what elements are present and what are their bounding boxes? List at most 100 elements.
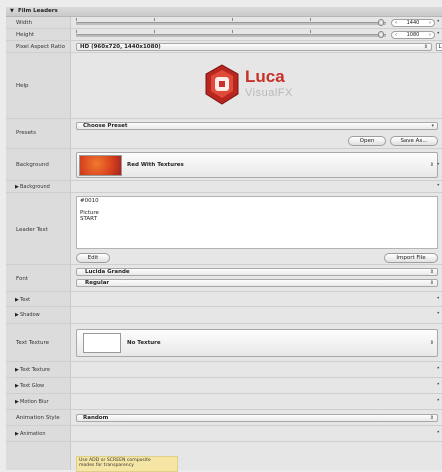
increment-icon[interactable]: › bbox=[429, 20, 431, 26]
reset-dot-icon[interactable]: • bbox=[436, 429, 440, 436]
shadow-disclosure-row[interactable]: ▶ Shadow • bbox=[6, 307, 442, 324]
background-disclosure-row[interactable]: ▶ Background • bbox=[6, 181, 442, 193]
width-value[interactable]: 1440 bbox=[407, 20, 420, 26]
logo-subtitle: VisualFX bbox=[245, 87, 293, 99]
animation-disclosure-row[interactable]: ▶ Animation • bbox=[6, 426, 442, 442]
font-family-popup[interactable]: Lucida Grande ⇕ bbox=[76, 268, 438, 276]
width-stepper[interactable]: ‹ 1440 › bbox=[391, 19, 435, 27]
text-disclosure-label: Text bbox=[20, 297, 31, 303]
height-stepper[interactable]: ‹ 1080 › bbox=[391, 31, 435, 39]
text-texture-disclosure-row[interactable]: ▶ Text Texture • bbox=[6, 362, 442, 378]
motion-blur-disclosure-label: Motion Blur bbox=[20, 399, 49, 405]
open-button[interactable]: Open bbox=[348, 136, 386, 146]
text-glow-disclosure-label: Text Glow bbox=[20, 383, 45, 389]
text-texture-row: Text Texture No Texture ⇕ bbox=[6, 324, 442, 362]
updown-arrows-icon: ⇕ bbox=[423, 44, 428, 50]
import-file-button[interactable]: Import File bbox=[384, 253, 438, 263]
updown-arrows-icon: ⇕ bbox=[429, 340, 434, 346]
background-texture-popup[interactable]: Red With Textures ⇕ bbox=[76, 152, 438, 178]
pixel-aspect-row: Pixel Aspect Ratio HD (960x720, 1440x108… bbox=[6, 41, 442, 53]
motion-blur-disclosure-row[interactable]: ▶ Motion Blur • bbox=[6, 394, 442, 410]
height-label: Height bbox=[16, 32, 35, 38]
overflow-popup[interactable]: L bbox=[436, 43, 442, 51]
reset-dot-icon[interactable]: • bbox=[436, 161, 440, 168]
leader-text-area[interactable]: #0010 Picture START bbox=[76, 196, 438, 249]
disclosure-closed-icon[interactable]: ▶ bbox=[15, 312, 19, 318]
save-as-button[interactable]: Save As... bbox=[390, 136, 438, 146]
luca-logo[interactable]: Luca VisualFX bbox=[202, 63, 322, 109]
disclosure-closed-icon[interactable]: ▶ bbox=[15, 383, 19, 389]
pixel-aspect-label: Pixel Aspect Ratio bbox=[16, 44, 66, 50]
width-label: Width bbox=[16, 20, 32, 26]
decrement-icon[interactable]: ‹ bbox=[395, 20, 397, 26]
disclosure-closed-icon[interactable]: ▶ bbox=[15, 431, 19, 437]
font-style-popup[interactable]: Regular ⇕ bbox=[76, 279, 438, 287]
disclosure-closed-icon[interactable]: ▶ bbox=[15, 297, 19, 303]
reset-dot-icon[interactable]: • bbox=[436, 18, 440, 25]
text-texture-disclosure-label: Text Texture bbox=[20, 367, 51, 373]
disclosure-closed-icon[interactable]: ▶ bbox=[15, 399, 19, 405]
edit-button[interactable]: Edit bbox=[76, 253, 110, 263]
decrement-icon[interactable]: ‹ bbox=[395, 32, 397, 38]
leader-text-label: Leader Text bbox=[16, 227, 48, 233]
width-slider-track[interactable] bbox=[76, 22, 386, 25]
slider-tick bbox=[232, 18, 233, 21]
text-texture-popup[interactable]: No Texture ⇕ bbox=[76, 329, 438, 357]
height-row: Height ‹ 1080 › • bbox=[6, 29, 442, 41]
presets-row: Presets Choose Preset ▾ Open Save As... bbox=[6, 119, 442, 149]
animation-style-popup[interactable]: Random ⇕ bbox=[76, 414, 438, 422]
help-row: Help Luca VisualFX bbox=[6, 53, 442, 119]
slider-tick bbox=[76, 18, 77, 21]
note-line: modes for transparency bbox=[79, 463, 134, 468]
text-disclosure-row[interactable]: ▶ Text • bbox=[6, 292, 442, 307]
font-family-value: Lucida Grande bbox=[85, 269, 130, 275]
chevron-down-icon: ▾ bbox=[431, 123, 434, 129]
font-label: Font bbox=[16, 276, 28, 282]
width-row: Width ‹ 1440 › • bbox=[6, 17, 442, 29]
presets-label: Presets bbox=[16, 130, 37, 136]
disclosure-open-icon[interactable]: ▼ bbox=[10, 8, 14, 14]
text-texture-value: No Texture bbox=[127, 340, 161, 346]
reset-dot-icon[interactable]: • bbox=[436, 365, 440, 372]
text-glow-disclosure-row[interactable]: ▶ Text Glow • bbox=[6, 378, 442, 394]
slider-tick bbox=[310, 30, 311, 33]
animation-style-label: Animation Style bbox=[16, 415, 60, 421]
reset-dot-icon[interactable]: • bbox=[436, 30, 440, 37]
pixel-aspect-value: HD (960x720, 1440x1080) bbox=[80, 44, 161, 50]
slider-tick bbox=[76, 30, 77, 33]
presets-popup[interactable]: Choose Preset ▾ bbox=[76, 122, 438, 130]
slider-tick bbox=[310, 18, 311, 21]
updown-arrows-icon: ⇕ bbox=[429, 162, 434, 168]
pixel-aspect-popup[interactable]: HD (960x720, 1440x1080) ⇕ bbox=[76, 43, 432, 51]
width-slider-knob[interactable] bbox=[378, 19, 384, 26]
film-leaders-header[interactable]: ▼ Film Leaders bbox=[6, 7, 442, 17]
animation-disclosure-label: Animation bbox=[20, 431, 46, 437]
animation-style-value: Random bbox=[83, 415, 109, 421]
height-slider-track[interactable] bbox=[76, 34, 386, 37]
animation-style-row: Animation Style Random ⇕ bbox=[6, 410, 442, 426]
logo-wordmark: Luca bbox=[245, 67, 285, 86]
slider-tick bbox=[154, 18, 155, 21]
reset-dot-icon[interactable]: • bbox=[436, 295, 440, 302]
font-style-value: Regular bbox=[85, 280, 110, 286]
leader-text-line: START bbox=[80, 216, 97, 222]
reset-dot-icon[interactable]: • bbox=[436, 397, 440, 404]
updown-arrows-icon: ⇕ bbox=[429, 269, 434, 275]
leader-text-row: Leader Text #0010 Picture START Edit Imp… bbox=[6, 193, 442, 265]
disclosure-closed-icon[interactable]: ▶ bbox=[15, 184, 19, 190]
height-slider-knob[interactable] bbox=[378, 31, 384, 38]
background-disclosure-label: Background bbox=[20, 184, 50, 190]
increment-icon[interactable]: › bbox=[429, 32, 431, 38]
font-row: Font Lucida Grande ⇕ Regular ⇕ bbox=[6, 265, 442, 292]
reset-dot-icon[interactable]: • bbox=[436, 381, 440, 388]
height-value[interactable]: 1080 bbox=[407, 32, 420, 38]
header-title: Film Leaders bbox=[18, 8, 58, 14]
reset-dot-icon[interactable]: • bbox=[436, 310, 440, 317]
reset-dot-icon[interactable]: • bbox=[436, 182, 440, 189]
background-texture-value: Red With Textures bbox=[127, 162, 184, 168]
updown-arrows-icon: ⇕ bbox=[429, 415, 434, 421]
slider-tick bbox=[232, 30, 233, 33]
disclosure-closed-icon[interactable]: ▶ bbox=[15, 367, 19, 373]
shadow-disclosure-label: Shadow bbox=[20, 312, 40, 318]
background-label: Background bbox=[16, 162, 49, 168]
